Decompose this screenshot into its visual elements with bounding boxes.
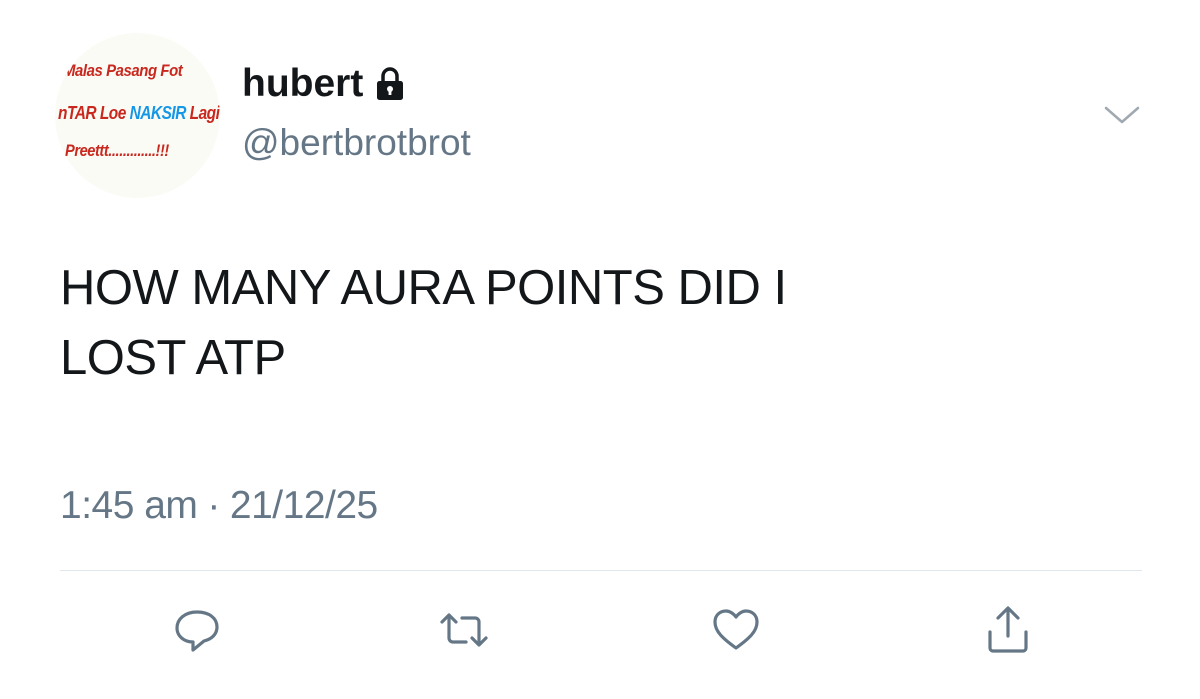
avatar-text-line1: Malas Pasang Fot: [63, 61, 183, 80]
chevron-down-icon[interactable]: [1100, 100, 1144, 130]
like-button[interactable]: [710, 604, 762, 656]
meta-separator: ·: [207, 484, 220, 527]
retweet-icon: [440, 613, 488, 647]
heart-icon: [713, 609, 759, 650]
avatar-text-suffix: Lagi: [185, 103, 220, 123]
display-name[interactable]: hubert: [242, 64, 363, 103]
user-name-row[interactable]: hubert: [242, 64, 405, 103]
reply-button[interactable]: [171, 604, 223, 656]
avatar-text-highlight: NAKSIR: [129, 103, 187, 123]
retweet-button[interactable]: [438, 604, 490, 656]
tweet-card: Malas Pasang Fot nTAR Loe NAKSIR Lagi Pr…: [0, 0, 1200, 699]
share-button[interactable]: [982, 604, 1034, 656]
tweet-date: 21/12/25: [229, 484, 378, 527]
avatar-text-prefix: nTAR Loe: [58, 103, 130, 123]
tweet-text-line1: HOW MANY AURA POINTS DID I: [60, 261, 787, 315]
user-handle[interactable]: @bertbrotbrot: [242, 124, 471, 161]
avatar[interactable]: Malas Pasang Fot nTAR Loe NAKSIR Lagi Pr…: [55, 33, 220, 198]
tweet-text: HOW MANY AURA POINTS DID I LOST ATP: [60, 253, 1140, 393]
tweet-text-line2: LOST ATP: [60, 331, 286, 385]
divider: [60, 570, 1142, 571]
tweet-timestamp[interactable]: 1:45 am · 21/12/25: [60, 486, 378, 525]
tweet-time: 1:45 am: [60, 484, 198, 527]
avatar-text-line3: Preettt.............!!!: [65, 141, 169, 160]
lock-icon: [375, 66, 405, 101]
reply-icon: [175, 610, 219, 652]
share-icon: [988, 606, 1028, 653]
avatar-text-line2: nTAR Loe NAKSIR Lagi: [58, 103, 220, 124]
